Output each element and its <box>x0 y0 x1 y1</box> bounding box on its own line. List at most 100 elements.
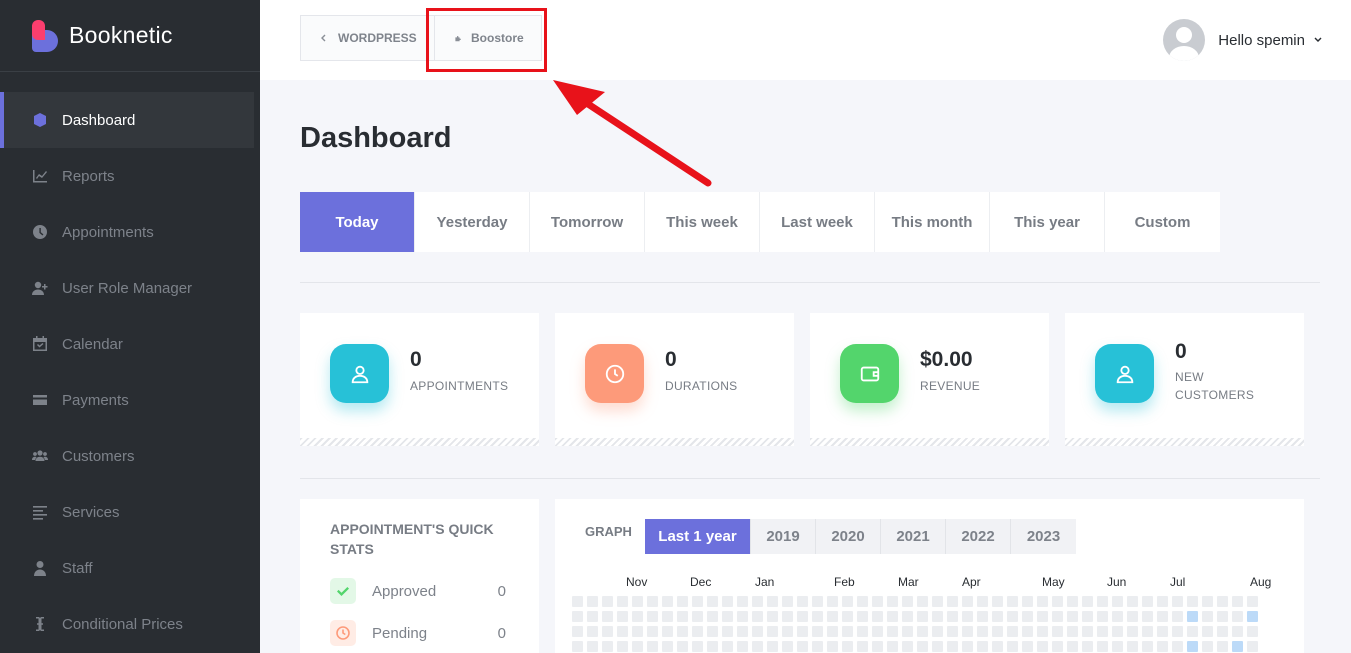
heatmap-cell <box>782 611 793 622</box>
tab-this-month[interactable]: This month <box>875 192 990 252</box>
user-menu[interactable]: Hello spemin <box>1163 19 1323 61</box>
heatmap-cell <box>947 611 958 622</box>
heatmap-cell <box>1172 596 1183 607</box>
heatmap-cell <box>887 626 898 637</box>
tab-yesterday[interactable]: Yesterday <box>415 192 530 252</box>
stat-card-durations: 0 DURATIONS <box>555 313 794 446</box>
sidebar-item-label: User Role Manager <box>62 279 193 297</box>
graph-tab-2020[interactable]: 2020 <box>816 519 881 554</box>
sidebar-item-label: Appointments <box>62 223 154 241</box>
stat-card-new-customers: 0 NEW CUSTOMERS <box>1065 313 1304 446</box>
heatmap-cell <box>1247 641 1258 652</box>
heatmap-cell <box>1142 641 1153 652</box>
tab-custom[interactable]: Custom <box>1105 192 1220 252</box>
stat-label: REVENUE <box>920 379 981 393</box>
heatmap-cell <box>1202 596 1213 607</box>
heatmap-cell <box>1067 596 1078 607</box>
sidebar-item-label: Reports <box>62 167 115 185</box>
heatmap-cell <box>782 596 793 607</box>
heatmap-cell <box>767 611 778 622</box>
heatmap-cell <box>587 596 598 607</box>
heatmap-cell <box>782 626 793 637</box>
heatmap-cell <box>1247 626 1258 637</box>
quick-stat-count: 0 <box>497 582 506 600</box>
heatmap-cell <box>887 641 898 652</box>
calendar-icon <box>32 336 48 352</box>
sidebar-item-services[interactable]: Services <box>0 484 254 540</box>
tab-today[interactable]: Today <box>300 192 415 252</box>
heatmap-cell <box>932 641 943 652</box>
heatmap-cell <box>917 611 928 622</box>
heatmap-cell <box>902 641 913 652</box>
heatmap-cell <box>1202 626 1213 637</box>
chart-line-icon <box>32 168 48 184</box>
heatmap-cell <box>827 596 838 607</box>
heatmap-cell <box>962 641 973 652</box>
heatmap-cell <box>617 641 628 652</box>
heatmap-cell <box>1142 626 1153 637</box>
quick-stats-title: APPOINTMENT'S QUICK STATS <box>330 521 494 557</box>
chevron-down-icon <box>1314 37 1322 42</box>
heatmap-cell <box>1037 611 1048 622</box>
heatmap-cell <box>1232 611 1243 622</box>
heatmap-cell <box>812 626 823 637</box>
tab-this-week[interactable]: This week <box>645 192 760 252</box>
heatmap-cell <box>1172 626 1183 637</box>
tab-this-year[interactable]: This year <box>990 192 1105 252</box>
quick-stat-approved: Approved 0 <box>330 578 506 604</box>
graph-tab-2019[interactable]: 2019 <box>751 519 816 554</box>
heatmap-cell <box>572 641 583 652</box>
stat-value: 0 <box>1175 340 1187 363</box>
heatmap-cell <box>1022 611 1033 622</box>
heatmap-cell <box>1112 596 1123 607</box>
heatmap-cell <box>1067 626 1078 637</box>
heatmap-cell <box>1247 611 1258 622</box>
graph-tab-last-1-year[interactable]: Last 1 year <box>645 519 751 554</box>
graph-tab-2022[interactable]: 2022 <box>946 519 1011 554</box>
graph-tab-2021[interactable]: 2021 <box>881 519 946 554</box>
heatmap-cell <box>1052 596 1063 607</box>
sidebar-nav: Dashboard Reports Appointments User Role… <box>0 92 260 652</box>
page-title: Dashboard <box>300 122 452 154</box>
stat-label: NEW CUSTOMERS <box>1175 370 1255 402</box>
heatmap-cell <box>857 611 868 622</box>
heatmap-cell <box>677 626 688 637</box>
sidebar-item-customers[interactable]: Customers <box>0 428 254 484</box>
heatmap-cell <box>647 626 658 637</box>
graph-tab-2023[interactable]: 2023 <box>1011 519 1076 554</box>
i-cursor-icon <box>32 616 48 632</box>
sidebar-item-user-role-manager[interactable]: User Role Manager <box>0 260 254 316</box>
sidebar-item-dashboard[interactable]: Dashboard <box>0 92 254 148</box>
sidebar-item-label: Calendar <box>62 335 123 353</box>
heatmap-cell <box>632 626 643 637</box>
sidebar-item-calendar[interactable]: Calendar <box>0 316 254 372</box>
breadcrumb-boostore[interactable]: Boostore <box>435 16 541 60</box>
stat-value: 0 <box>410 348 422 371</box>
sidebar-item-reports[interactable]: Reports <box>0 148 254 204</box>
heatmap-cell <box>662 641 673 652</box>
graph-year-tabs: Last 1 year 2019 2020 2021 2022 2023 <box>645 519 1076 554</box>
heatmap-cell <box>752 596 763 607</box>
heatmap-cell <box>1232 596 1243 607</box>
sidebar-item-payments[interactable]: Payments <box>0 372 254 428</box>
date-range-tabs: Today Yesterday Tomorrow This week Last … <box>300 192 1220 252</box>
heatmap-cell <box>1007 626 1018 637</box>
heatmap-cell <box>587 626 598 637</box>
sidebar-item-staff[interactable]: Staff <box>0 540 254 596</box>
heatmap-cell <box>887 596 898 607</box>
breadcrumb-wordpress[interactable]: WORDPRESS <box>301 16 435 60</box>
heatmap-cell <box>1097 626 1108 637</box>
sidebar-item-conditional-prices[interactable]: Conditional Prices <box>0 596 254 652</box>
heatmap-cell <box>1022 626 1033 637</box>
user-plus-icon <box>32 280 48 296</box>
brand[interactable]: Booknetic <box>0 0 260 72</box>
heatmap-cell <box>602 596 613 607</box>
heatmap-cell <box>662 596 673 607</box>
heatmap-cell <box>842 611 853 622</box>
heatmap-cell <box>722 596 733 607</box>
heatmap-cell <box>1187 626 1198 637</box>
heatmap-cell <box>947 596 958 607</box>
sidebar-item-appointments[interactable]: Appointments <box>0 204 254 260</box>
tab-last-week[interactable]: Last week <box>760 192 875 252</box>
tab-tomorrow[interactable]: Tomorrow <box>530 192 645 252</box>
